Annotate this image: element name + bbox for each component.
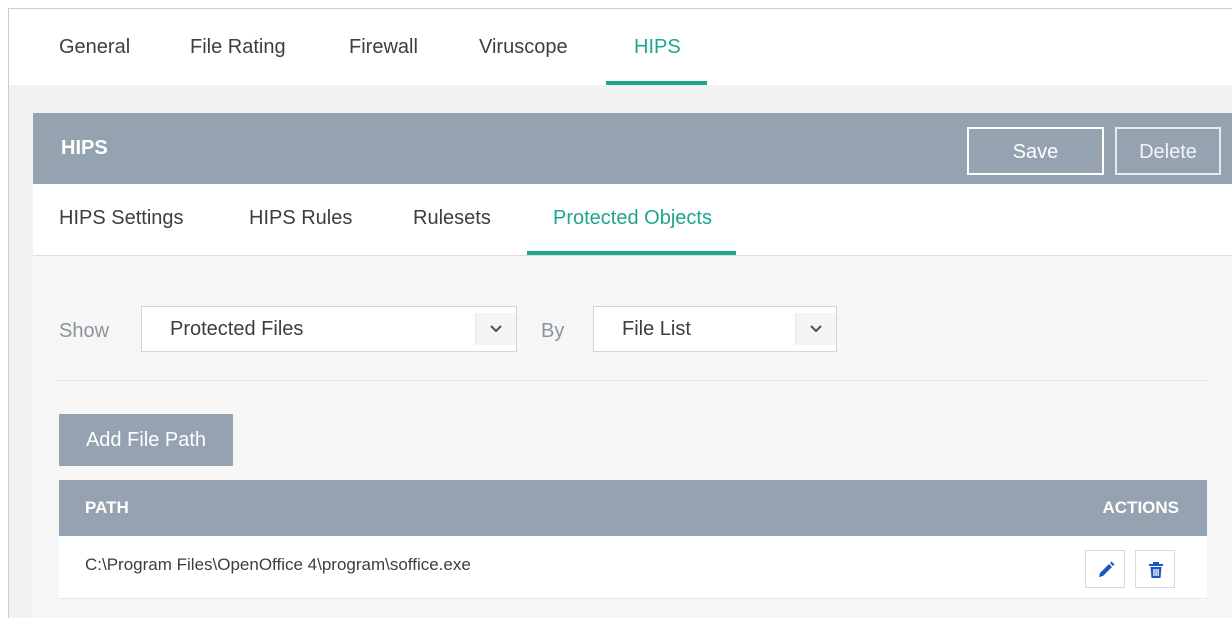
column-header-actions: ACTIONS bbox=[1102, 498, 1180, 517]
chevron-down-icon bbox=[475, 313, 516, 345]
tab-hips[interactable]: HIPS bbox=[606, 9, 707, 85]
active-subtab-indicator bbox=[527, 251, 736, 255]
by-label: By bbox=[541, 320, 565, 342]
show-select-value: Protected Files bbox=[170, 318, 304, 340]
trash-icon bbox=[1149, 562, 1163, 578]
by-select[interactable]: File List bbox=[593, 306, 837, 352]
tab-protected-objects[interactable]: Protected Objects bbox=[527, 184, 736, 255]
by-select-value: File List bbox=[622, 318, 691, 340]
tab-hips-rules[interactable]: HIPS Rules bbox=[249, 184, 352, 252]
show-label: Show bbox=[59, 320, 110, 342]
sub-tab-bar: HIPS Settings HIPS Rules Rulesets Protec… bbox=[33, 184, 1232, 256]
tab-viruscope[interactable]: Viruscope bbox=[479, 9, 568, 85]
tab-rulesets[interactable]: Rulesets bbox=[413, 184, 491, 252]
column-header-path[interactable]: PATH bbox=[85, 480, 129, 536]
hips-header-bar: HIPS Save Delete bbox=[33, 113, 1232, 184]
active-tab-indicator bbox=[606, 81, 707, 85]
section-title: HIPS bbox=[61, 137, 108, 159]
pencil-icon bbox=[1099, 561, 1115, 577]
edit-button[interactable] bbox=[1085, 550, 1125, 588]
save-button[interactable]: Save bbox=[967, 127, 1104, 175]
divider bbox=[57, 380, 1209, 381]
tab-firewall[interactable]: Firewall bbox=[349, 9, 418, 85]
tab-file-rating[interactable]: File Rating bbox=[190, 9, 286, 85]
path-cell: C:\Program Files\OpenOffice 4\program\so… bbox=[85, 555, 471, 574]
add-file-path-button[interactable]: Add File Path bbox=[59, 414, 233, 466]
delete-row-button[interactable] bbox=[1135, 550, 1175, 588]
tab-hips-settings[interactable]: HIPS Settings bbox=[59, 184, 184, 252]
table-row[interactable]: C:\Program Files\OpenOffice 4\program\so… bbox=[59, 536, 1207, 599]
tab-general[interactable]: General bbox=[59, 9, 130, 85]
delete-button[interactable]: Delete bbox=[1115, 127, 1221, 175]
top-tab-bar: General File Rating Firewall Viruscope H… bbox=[9, 9, 1232, 85]
protected-objects-panel: Show Protected Files By File List Add Fi… bbox=[33, 256, 1232, 618]
table-header: PATH ACTIONS bbox=[59, 480, 1207, 536]
app-frame: General File Rating Firewall Viruscope H… bbox=[8, 8, 1232, 618]
show-select[interactable]: Protected Files bbox=[141, 306, 517, 352]
tab-protected-objects-label: Protected Objects bbox=[553, 207, 712, 229]
chevron-down-icon bbox=[795, 313, 836, 345]
tab-hips-label: HIPS bbox=[634, 36, 681, 58]
